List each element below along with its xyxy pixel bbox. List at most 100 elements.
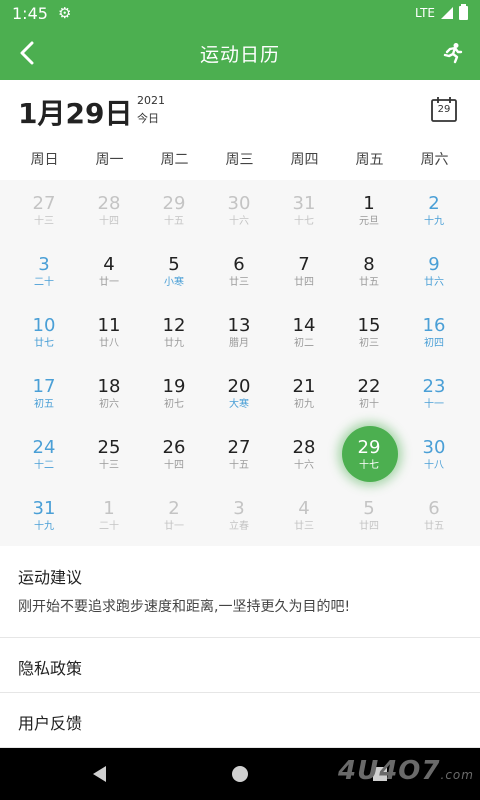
lunar-date: 廿四	[294, 277, 314, 288]
weekday-label: 周三	[225, 152, 254, 168]
calendar-day[interactable]: 28 十六	[272, 424, 336, 485]
calendar-day[interactable]: 2 廿一	[142, 485, 206, 546]
calendar-day[interactable]: 31 十九	[12, 485, 76, 546]
day-number: 4	[298, 498, 310, 519]
calendar-day[interactable]: 26 十四	[142, 424, 206, 485]
calendar-day-selected[interactable]: 29 十七	[337, 424, 401, 485]
calendar-day[interactable]: 29 十五	[142, 180, 206, 241]
day-number: 17	[32, 376, 56, 397]
calendar-day[interactable]: 5 小寒	[142, 241, 206, 302]
gear-icon: ⚙	[57, 4, 72, 22]
lunar-date: 初十	[359, 399, 379, 410]
calendar-day[interactable]: 27 十三	[12, 180, 76, 241]
calendar-day[interactable]: 4 廿三	[272, 485, 336, 546]
calendar-day[interactable]: 8 廿五	[337, 241, 401, 302]
running-button[interactable]	[436, 36, 470, 70]
weekday-label: 周一	[95, 152, 124, 168]
day-number: 4	[103, 254, 115, 275]
calendar-day[interactable]: 21 初九	[272, 363, 336, 424]
day-number: 6	[428, 498, 440, 519]
calendar-day[interactable]: 7 廿四	[272, 241, 336, 302]
day-number: 9	[428, 254, 440, 275]
calendar-day[interactable]: 14 初二	[272, 302, 336, 363]
lunar-date: 腊月	[229, 338, 249, 349]
lunar-date: 二十	[34, 277, 54, 288]
day-number: 21	[292, 376, 316, 397]
day-number: 13	[227, 315, 251, 336]
advice-text: 刚开始不要追求跑步速度和距离,一坚持更久为目的吧!	[18, 599, 351, 615]
triangle-back-icon	[93, 766, 106, 782]
feedback-item[interactable]: 用户反馈	[0, 693, 480, 748]
day-number: 5	[363, 498, 375, 519]
lunar-date: 廿六	[424, 277, 444, 288]
calendar-day[interactable]: 25 十三	[77, 424, 141, 485]
lunar-date: 立春	[229, 521, 249, 532]
calendar-day[interactable]: 15 初三	[337, 302, 401, 363]
back-button[interactable]	[10, 36, 44, 70]
calendar-day[interactable]: 6 廿三	[207, 241, 271, 302]
calendar-day[interactable]: 16 初四	[402, 302, 466, 363]
day-number: 11	[97, 315, 121, 336]
calendar-today-button[interactable]: 29	[430, 95, 458, 123]
calendar-day[interactable]: 24 十二	[12, 424, 76, 485]
calendar-day[interactable]: 30 十六	[207, 180, 271, 241]
lunar-date: 十五	[229, 460, 249, 471]
calendar-day[interactable]: 22 初十	[337, 363, 401, 424]
day-number: 20	[227, 376, 251, 397]
calendar-day[interactable]: 5 廿四	[337, 485, 401, 546]
calendar-day[interactable]: 31 十七	[272, 180, 336, 241]
day-number: 12	[162, 315, 186, 336]
day-number: 19	[162, 376, 186, 397]
day-number: 22	[357, 376, 381, 397]
calendar-day[interactable]: 12 廿九	[142, 302, 206, 363]
nav-home-button[interactable]	[226, 760, 254, 788]
lunar-date: 十四	[164, 460, 184, 471]
day-number: 30	[227, 193, 251, 214]
calendar-grid: 27 十三 28 十四 29 十五 30 十六 31 十七 1 元旦 2 十九 3 二十 4 廿一 5 小寒 6 廿三 7 廿…	[0, 180, 480, 546]
day-number: 10	[32, 315, 56, 336]
calendar-day[interactable]: 18 初六	[77, 363, 141, 424]
lunar-date: 小寒	[164, 277, 184, 288]
lunar-date: 元旦	[359, 216, 379, 227]
watermark-text: 4U4O7	[338, 756, 441, 786]
lunar-date: 初三	[359, 338, 379, 349]
calendar-day[interactable]: 19 初七	[142, 363, 206, 424]
calendar-day[interactable]: 20 大寒	[207, 363, 271, 424]
calendar-day[interactable]: 23 十一	[402, 363, 466, 424]
calendar-day[interactable]: 10 廿七	[12, 302, 76, 363]
calendar-day[interactable]: 3 立春	[207, 485, 271, 546]
calendar-day[interactable]: 2 十九	[402, 180, 466, 241]
lunar-date: 廿五	[424, 521, 444, 532]
calendar-day[interactable]: 13 腊月	[207, 302, 271, 363]
calendar-day[interactable]: 11 廿八	[77, 302, 141, 363]
calendar-day[interactable]: 27 十五	[207, 424, 271, 485]
calendar-day[interactable]: 3 二十	[12, 241, 76, 302]
day-number: 24	[32, 437, 56, 458]
calendar-day[interactable]: 1 元旦	[337, 180, 401, 241]
lunar-date: 初六	[99, 399, 119, 410]
lunar-date: 十二	[34, 460, 54, 471]
lunar-date: 大寒	[229, 399, 249, 410]
calendar-day[interactable]: 1 二十	[77, 485, 141, 546]
calendar-day[interactable]: 9 廿六	[402, 241, 466, 302]
lunar-date: 廿五	[359, 277, 379, 288]
feedback-label: 用户反馈	[18, 714, 83, 733]
calendar-day[interactable]: 17 初五	[12, 363, 76, 424]
app-bar: 运动日历	[0, 26, 480, 80]
lunar-date: 廿一	[99, 277, 119, 288]
weekday-label: 周日	[30, 152, 59, 168]
selected-year: 2021	[137, 94, 165, 107]
calendar-day[interactable]: 28 十四	[77, 180, 141, 241]
privacy-policy-item[interactable]: 隐私政策	[0, 638, 480, 693]
calendar-day[interactable]: 4 廿一	[77, 241, 141, 302]
calendar-day[interactable]: 30 十八	[402, 424, 466, 485]
lunar-date: 十五	[164, 216, 184, 227]
day-number: 3	[38, 254, 50, 275]
lunar-date: 十三	[34, 216, 54, 227]
calendar-icon-day: 29	[437, 104, 451, 115]
day-number: 29	[162, 193, 186, 214]
nav-back-button[interactable]	[86, 760, 114, 788]
calendar-day[interactable]: 6 廿五	[402, 485, 466, 546]
lunar-date: 初九	[294, 399, 314, 410]
lunar-date: 十三	[99, 460, 119, 471]
